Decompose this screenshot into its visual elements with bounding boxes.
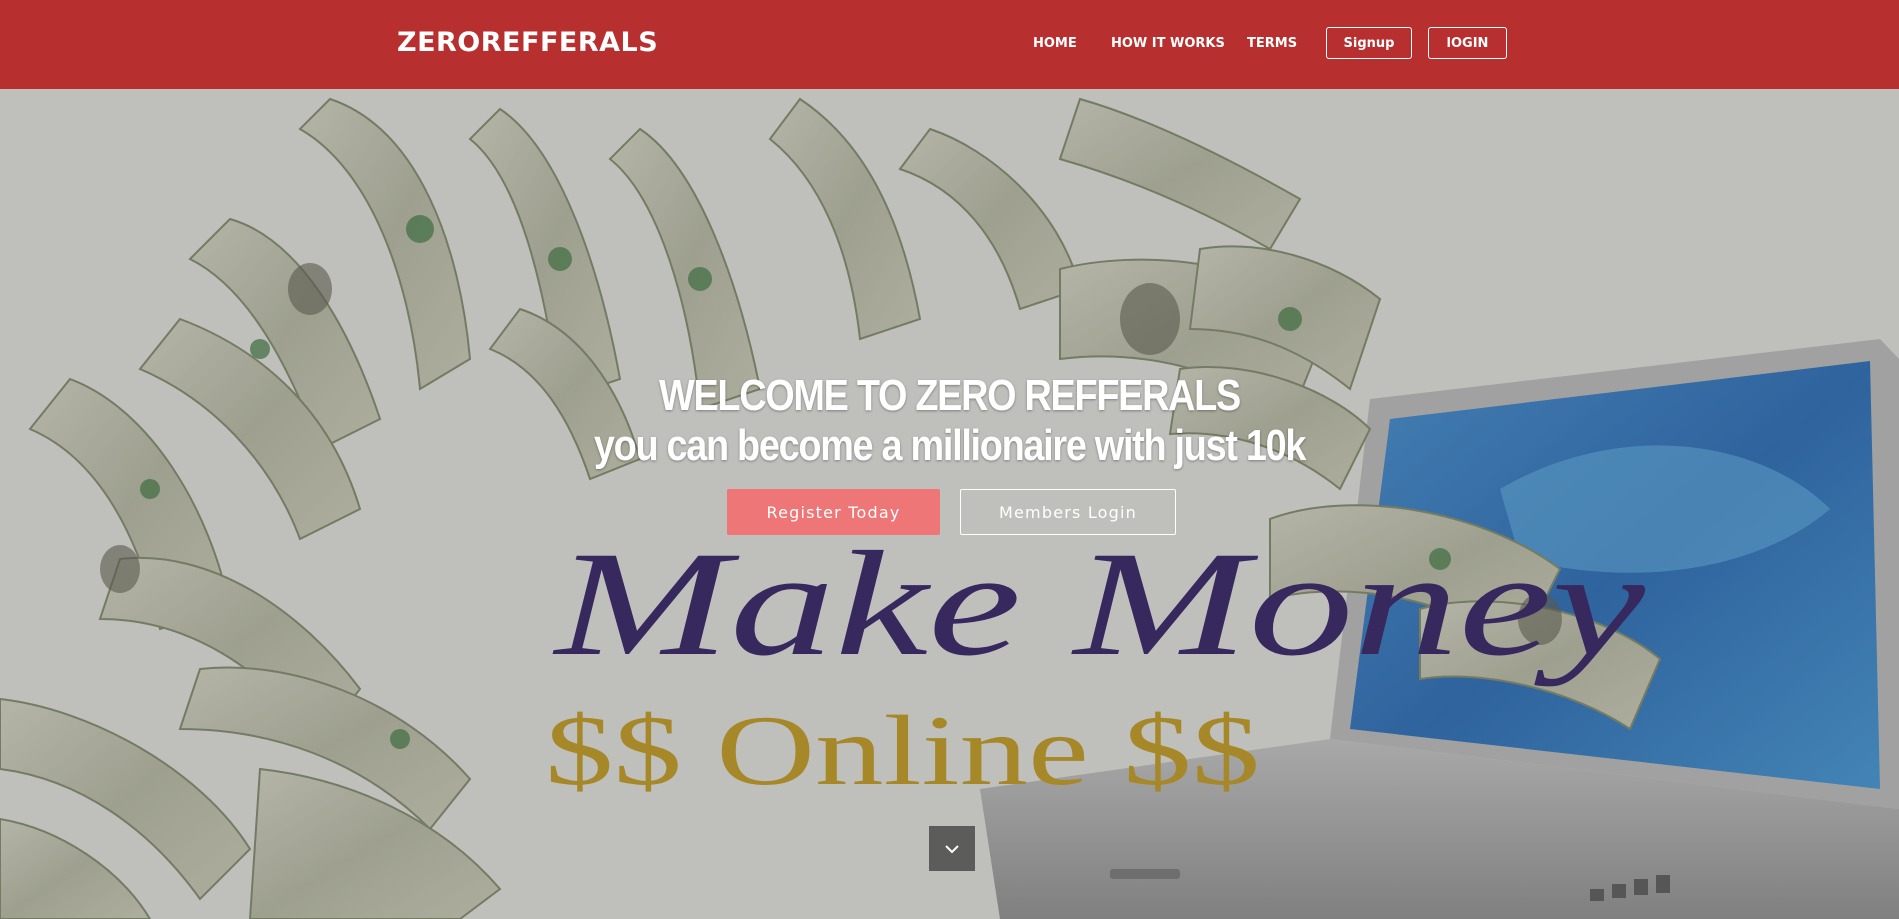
nav-link-home[interactable]: HOME — [1033, 36, 1077, 51]
page: ZEROREFFERALS HOME HOW IT WORKS TERMS Si… — [0, 0, 1899, 919]
register-today-button[interactable]: Register Today — [727, 489, 940, 535]
nav-link-terms[interactable]: TERMS — [1247, 36, 1297, 51]
hero-section: Make Money $$ Online $$ WELCOME TO ZERO … — [0, 89, 1899, 919]
navbar: ZEROREFFERALS HOME HOW IT WORKS TERMS Si… — [0, 0, 1899, 89]
chevron-down-icon — [945, 844, 959, 853]
scroll-down-button[interactable] — [929, 826, 975, 871]
hero-subtitle: you can become a millionaire with just 1… — [593, 421, 1307, 470]
hero-overlay — [0, 89, 1899, 919]
members-login-button[interactable]: Members Login — [960, 489, 1176, 535]
login-button[interactable]: lOGIN — [1428, 27, 1507, 59]
signup-button[interactable]: Signup — [1326, 27, 1412, 59]
nav-link-how-it-works[interactable]: HOW IT WORKS — [1111, 36, 1225, 51]
brand-logo[interactable]: ZEROREFFERALS — [397, 27, 658, 58]
hero-title: WELCOME TO ZERO REFFERALS — [659, 371, 1241, 420]
